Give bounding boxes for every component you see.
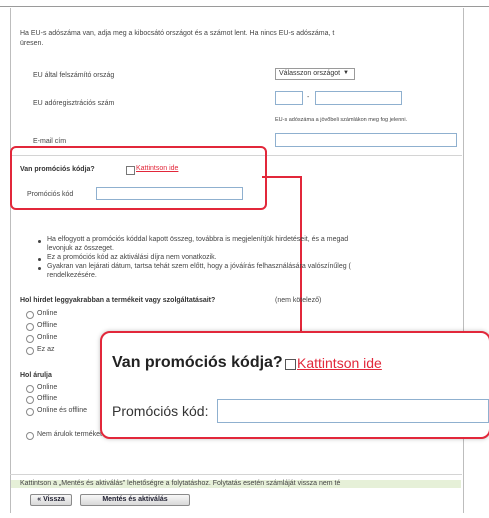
intro-text-line1: Ha EU-s adószáma van, adja meg a kibocsá…: [20, 30, 335, 37]
survey2-question: Hol árulja: [20, 372, 52, 379]
back-button[interactable]: « Vissza: [30, 494, 72, 506]
callout-code-input[interactable]: [217, 399, 489, 423]
connector-line-vertical: [300, 176, 302, 332]
callout-toggle-checkbox[interactable]: [285, 359, 296, 370]
survey2-radio-1[interactable]: [26, 385, 34, 393]
email-input[interactable]: [275, 133, 457, 147]
survey2-radio-3[interactable]: [26, 408, 34, 416]
tax-hint: EU-s adószáma a jövőbeli számlákon meg f…: [275, 117, 408, 123]
footer-text: Kattintson a „Mentés és aktiválás" lehet…: [20, 480, 341, 487]
country-select[interactable]: Válasszon országot ▼: [275, 68, 355, 80]
country-select-value: Válasszon országot: [279, 70, 341, 77]
top-border: [0, 6, 489, 7]
tax-number-input[interactable]: [315, 91, 402, 105]
tax-dash: -: [307, 94, 310, 101]
callout-promo-link[interactable]: Kattintson ide: [297, 355, 382, 371]
survey1-option-4: Ez az: [37, 346, 55, 353]
intro-text-line2: üresen.: [20, 40, 44, 47]
bullet-3-line1: Gyakran van lejárati dátum, tartsa tehát…: [47, 263, 351, 270]
survey1-radio-1[interactable]: [26, 311, 34, 319]
survey1-radio-3[interactable]: [26, 335, 34, 343]
survey1-radio-2[interactable]: [26, 323, 34, 331]
email-label: E-mail cím: [33, 138, 67, 145]
survey1-option-1: Online: [37, 310, 58, 317]
country-label: EU által felszámító ország: [33, 72, 115, 79]
callout-promo-question: Van promóciós kódja?: [112, 354, 283, 371]
bullet-2-line1: Ez a promóciós kód az aktiválási díjra n…: [47, 254, 217, 261]
survey2-option-2: Offline: [37, 395, 58, 402]
promo-highlight-box: [10, 146, 267, 210]
connector-line-horizontal: [262, 176, 302, 178]
bullet-3-line2: rendelkezésére.: [47, 272, 97, 279]
survey1-option-3: Online: [37, 334, 58, 341]
callout-code-label: Promóciós kód:: [112, 403, 209, 419]
tax-number-label: EU adóregisztrációs szám: [33, 100, 115, 107]
chevron-down-icon: ▼: [343, 70, 349, 76]
survey2-option-1: Online: [37, 384, 58, 391]
survey1-option-2: Offline: [37, 322, 58, 329]
bullet-1-line1: Ha elfogyott a promóciós kóddal kapott ö…: [47, 236, 349, 243]
save-activate-button[interactable]: Mentés és aktiválás: [80, 494, 190, 506]
bullet-dot: [38, 267, 41, 270]
survey1-question: Hol hirdet leggyakrabban a termékeit vag…: [20, 297, 216, 304]
bullet-dot: [38, 258, 41, 261]
promo-callout: Van promóciós kódja? Kattintson ide Prom…: [100, 331, 489, 439]
bullet-1-line2: levonjuk az összeget.: [47, 245, 114, 252]
footer-separator: [10, 474, 462, 475]
survey2-option-3: Online és offline: [37, 407, 88, 414]
survey2-radio-4[interactable]: [26, 432, 34, 440]
survey1-note: (nem kötelező): [275, 297, 322, 304]
survey1-radio-4[interactable]: [26, 347, 34, 355]
survey2-radio-2[interactable]: [26, 396, 34, 404]
bullet-dot: [38, 240, 41, 243]
tax-country-code-input[interactable]: [275, 91, 303, 105]
